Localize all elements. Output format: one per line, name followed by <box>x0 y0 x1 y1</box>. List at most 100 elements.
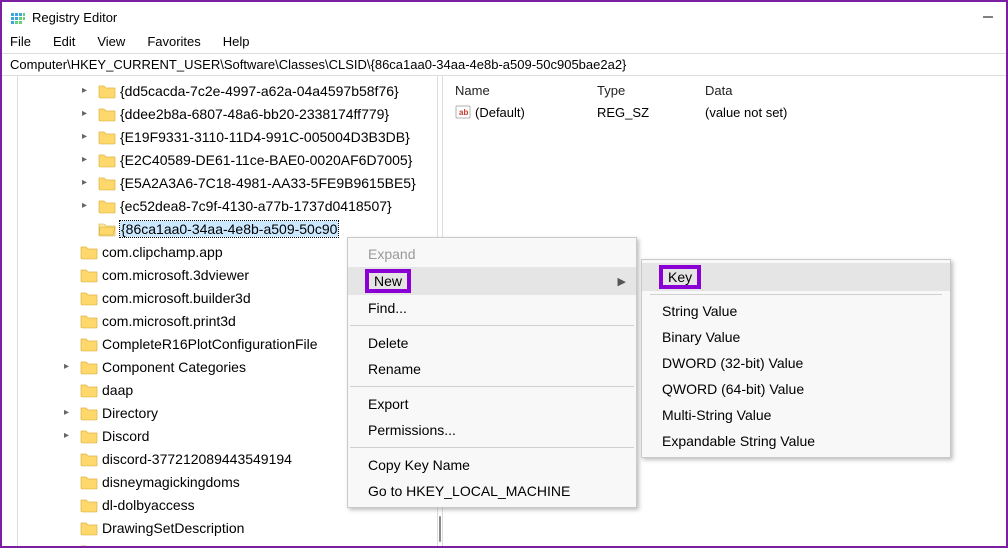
tree-item[interactable]: ▸ {E2C40589-DE61-11ce-BAE0-0020AF6D7005} <box>18 148 437 171</box>
folder-icon <box>80 290 98 306</box>
tree-item-label: {E2C40589-DE61-11ce-BAE0-0020AF6D7005} <box>120 152 412 168</box>
header-type[interactable]: Type <box>591 80 699 101</box>
chevron-right-icon: ▶ <box>618 275 626 288</box>
chevron-right-icon[interactable]: ▸ <box>82 108 94 119</box>
menu-find[interactable]: Find... <box>348 295 636 321</box>
chevron-right-icon[interactable]: ▸ <box>64 361 76 372</box>
folder-icon <box>80 336 98 352</box>
menu-help[interactable]: Help <box>223 34 250 49</box>
header-data[interactable]: Data <box>699 80 1000 101</box>
menu-rename[interactable]: Rename <box>348 356 636 382</box>
submenu-dword[interactable]: DWORD (32-bit) Value <box>642 350 950 376</box>
chevron-right-icon[interactable]: ▸ <box>64 430 76 441</box>
menu-favorites[interactable]: Favorites <box>147 34 200 49</box>
tree-item-label: com.clipchamp.app <box>102 244 223 260</box>
chevron-right-icon[interactable]: ▸ <box>82 154 94 165</box>
tree-item-label: {ec52dea8-7c9f-4130-a77b-1737d0418507} <box>120 198 392 214</box>
submenu-string-value[interactable]: String Value <box>642 298 950 324</box>
tree-gutter <box>2 76 18 546</box>
regsz-icon: ab <box>455 104 471 120</box>
window-title: Registry Editor <box>32 10 117 25</box>
tree-item-label: {ddee2b8a-6807-48a6-bb20-2338174ff779} <box>120 106 389 122</box>
svg-text:ab: ab <box>459 108 468 117</box>
address-text: Computer\HKEY_CURRENT_USER\Software\Clas… <box>10 57 626 72</box>
folder-icon <box>80 244 98 260</box>
context-menu[interactable]: Expand New ▶ Find... Delete Rename Expor… <box>347 237 637 508</box>
regedit-icon <box>10 9 26 25</box>
list-row[interactable]: ab (Default) REG_SZ (value not set) <box>449 101 1000 123</box>
separator <box>650 294 942 295</box>
menu-goto[interactable]: Go to HKEY_LOCAL_MACHINE <box>348 478 636 504</box>
titlebar: Registry Editor <box>2 2 1006 32</box>
tree-item-label: com.microsoft.print3d <box>102 313 236 329</box>
tree-item[interactable]: ▸ {E5A2A3A6-7C18-4981-AA33-5FE9B9615BE5} <box>18 171 437 194</box>
menu-file[interactable]: File <box>10 34 31 49</box>
folder-icon <box>80 451 98 467</box>
tree-item-label: com.microsoft.3dviewer <box>102 267 249 283</box>
menubar: File Edit View Favorites Help <box>2 32 1006 53</box>
folder-icon <box>98 198 116 214</box>
tree-item[interactable]: ▸ {E19F9331-3110-11D4-991C-005004D3B3DB} <box>18 125 437 148</box>
submenu-multi-string[interactable]: Multi-String Value <box>642 402 950 428</box>
tree-item-label: dl-dolbyaccess <box>102 497 195 513</box>
separator <box>350 386 634 387</box>
tree-item-label: Component Categories <box>102 359 246 375</box>
menu-delete[interactable]: Delete <box>348 330 636 356</box>
tree-item-label: {86ca1aa0-34aa-4e8b-a509-50c90 <box>120 221 338 237</box>
tree-item-label: Directory <box>102 405 158 421</box>
folder-icon <box>80 382 98 398</box>
tree-item-label: discord-377212089443549194 <box>102 451 292 467</box>
chevron-right-icon[interactable]: ▸ <box>82 200 94 211</box>
chevron-right-icon[interactable]: ▸ <box>82 131 94 142</box>
menu-export[interactable]: Export <box>348 391 636 417</box>
value-data: (value not set) <box>699 102 1000 123</box>
chevron-right-icon[interactable]: ▸ <box>82 177 94 188</box>
tree-item-label: EncapsulatedPostscript <box>102 543 248 547</box>
separator <box>350 447 634 448</box>
chevron-right-icon[interactable]: ▸ <box>64 407 76 418</box>
folder-icon <box>98 175 116 191</box>
folder-icon <box>80 405 98 421</box>
submenu-binary-value[interactable]: Binary Value <box>642 324 950 350</box>
menu-expand: Expand <box>348 241 636 267</box>
new-submenu[interactable]: Key String Value Binary Value DWORD (32-… <box>641 259 951 458</box>
value-name: (Default) <box>475 105 525 120</box>
folder-icon <box>80 313 98 329</box>
minimize-button[interactable] <box>980 9 996 25</box>
menu-permissions[interactable]: Permissions... <box>348 417 636 443</box>
submenu-qword[interactable]: QWORD (64-bit) Value <box>642 376 950 402</box>
tree-item-label: CompleteR16PlotConfigurationFile <box>102 336 318 352</box>
tree-item[interactable]: ▸ {ec52dea8-7c9f-4130-a77b-1737d0418507} <box>18 194 437 217</box>
tree-item-label: disneymagickingdoms <box>102 474 240 490</box>
address-bar[interactable]: Computer\HKEY_CURRENT_USER\Software\Clas… <box>2 53 1006 76</box>
folder-icon <box>98 152 116 168</box>
folder-icon <box>80 520 98 536</box>
value-type: REG_SZ <box>591 102 699 123</box>
menu-new[interactable]: New ▶ <box>348 267 636 295</box>
window-controls <box>980 9 998 25</box>
folder-icon <box>80 267 98 283</box>
tree-item[interactable]: DrawingSetDescription <box>18 516 437 539</box>
menu-view[interactable]: View <box>97 34 125 49</box>
tree-item[interactable]: EncapsulatedPostscript <box>18 539 437 546</box>
tree-item-label: {dd5cacda-7c2e-4997-a62a-04a4597b58f76} <box>120 83 399 99</box>
submenu-key[interactable]: Key <box>642 263 950 291</box>
tree-item-label: Discord <box>102 428 149 444</box>
tree-item-label: {E19F9331-3110-11D4-991C-005004D3B3DB} <box>120 129 410 145</box>
list-header: Name Type Data <box>449 80 1000 101</box>
tree-item[interactable]: ▸ {dd5cacda-7c2e-4997-a62a-04a4597b58f76} <box>18 79 437 102</box>
menu-copy-key-name[interactable]: Copy Key Name <box>348 452 636 478</box>
chevron-right-icon[interactable]: ▸ <box>82 85 94 96</box>
folder-icon <box>80 497 98 513</box>
folder-icon <box>80 474 98 490</box>
folder-icon <box>80 543 98 547</box>
tree-item-label: com.microsoft.builder3d <box>102 290 251 306</box>
folder-icon <box>98 106 116 122</box>
tree-item[interactable]: ▸ {ddee2b8a-6807-48a6-bb20-2338174ff779} <box>18 102 437 125</box>
menu-edit[interactable]: Edit <box>53 34 75 49</box>
folder-icon <box>80 428 98 444</box>
tree-item-label: DrawingSetDescription <box>102 520 244 536</box>
tree-item-label: {E5A2A3A6-7C18-4981-AA33-5FE9B9615BE5} <box>120 175 416 191</box>
header-name[interactable]: Name <box>449 80 591 101</box>
submenu-expandable[interactable]: Expandable String Value <box>642 428 950 454</box>
